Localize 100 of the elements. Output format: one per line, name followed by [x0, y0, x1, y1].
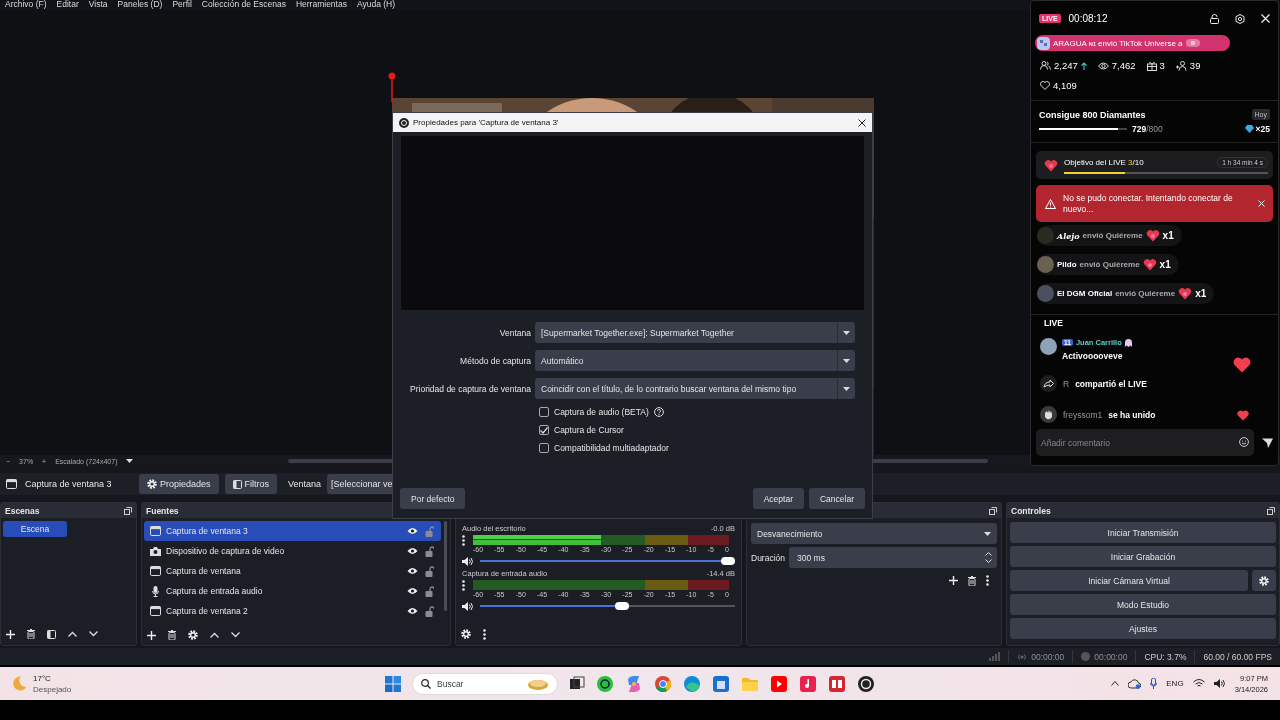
scale-caret-icon[interactable] [126, 459, 134, 463]
speaker-icon[interactable] [462, 556, 473, 566]
settings-icon[interactable] [188, 630, 198, 640]
dropdown-caret-icon[interactable] [843, 330, 850, 335]
add-icon[interactable] [949, 576, 958, 585]
speaker-icon[interactable] [462, 601, 473, 611]
scrollbar[interactable] [444, 521, 447, 611]
increment-icon[interactable] [985, 552, 992, 556]
move-down-icon[interactable] [231, 632, 240, 638]
dialog-button[interactable]: Aceptar [752, 488, 804, 509]
eye-icon[interactable] [407, 547, 418, 555]
filters-button[interactable]: Filtros [224, 474, 278, 494]
dropdown[interactable]: Automático [535, 350, 855, 371]
dropdown-caret-icon[interactable] [843, 358, 850, 363]
move-up-icon[interactable] [210, 632, 219, 638]
cloud-icon[interactable] [1128, 678, 1142, 689]
source-item[interactable]: Captura de ventana 2 [144, 601, 441, 621]
task-view-icon[interactable] [569, 675, 585, 692]
microphone-icon[interactable] [1150, 678, 1158, 689]
source-item[interactable]: Dispositivo de captura de video [144, 541, 441, 561]
control-button[interactable]: Iniciar Grabación [1010, 546, 1276, 567]
unlocked-icon[interactable] [425, 545, 434, 557]
more-icon[interactable] [986, 575, 989, 586]
eye-icon[interactable] [407, 587, 418, 595]
source-item[interactable]: Captura de ventana 3 [144, 521, 441, 541]
menu-item[interactable]: Perfil [172, 0, 192, 10]
source-item[interactable]: Captura de entrada audio [144, 581, 441, 601]
menu-item[interactable]: Archivo (F) [5, 0, 47, 10]
music-note-icon[interactable] [799, 674, 817, 693]
user-name[interactable]: El DGM Oficial [1057, 289, 1113, 298]
help-icon[interactable] [653, 407, 664, 417]
eye-icon[interactable] [407, 527, 418, 535]
move-down-icon[interactable] [89, 631, 98, 637]
advanced-audio-icon[interactable] [461, 629, 471, 639]
control-button[interactable]: Iniciar Cámara Virtual [1010, 570, 1248, 591]
recording-app-icon[interactable] [857, 674, 875, 693]
send-icon[interactable] [1262, 437, 1273, 448]
checkbox[interactable] [539, 425, 549, 435]
control-button[interactable]: Modo Estudio [1010, 594, 1276, 615]
control-button[interactable]: Iniciar Transmisión [1010, 522, 1276, 543]
undock-icon[interactable] [989, 506, 997, 515]
dropdown[interactable]: [Supermarket Together.exe]: Supermarket Together [535, 322, 855, 343]
menu-item[interactable]: Colección de Escenas [201, 0, 286, 10]
transition-dropdown[interactable]: Desvanecimiento [751, 523, 997, 544]
resize-handle[interactable] [388, 72, 396, 102]
scene-item[interactable]: Escena [3, 521, 67, 537]
control-button[interactable]: Ajustes [1010, 618, 1276, 639]
more-icon[interactable] [462, 580, 465, 591]
move-up-icon[interactable] [68, 631, 77, 637]
dialog-button[interactable]: Cancelar [808, 488, 865, 509]
source-item[interactable]: Captura de ventana [144, 561, 441, 581]
browser-icon[interactable] [683, 674, 701, 693]
filter-icon[interactable] [47, 629, 56, 639]
store-icon[interactable] [712, 674, 730, 693]
lock-icon[interactable] [1210, 13, 1219, 24]
unlocked-icon[interactable] [425, 605, 434, 617]
browser-icon[interactable] [654, 674, 672, 693]
duration-field[interactable]: 300 ms [789, 547, 997, 568]
emoji-icon[interactable] [1239, 437, 1249, 447]
more-icon[interactable] [462, 535, 465, 546]
checkbox[interactable] [539, 443, 549, 453]
add-icon[interactable] [6, 629, 15, 639]
eye-icon[interactable] [407, 607, 418, 615]
wifi-icon[interactable] [1192, 679, 1205, 688]
video-icon[interactable] [770, 674, 788, 693]
settings-icon[interactable] [1235, 13, 1245, 24]
chat-app-icon[interactable] [596, 674, 614, 693]
menu-item[interactable]: Paneles (D) [117, 0, 163, 10]
more-icon[interactable] [483, 628, 486, 640]
add-icon[interactable] [147, 630, 156, 640]
dropdown-caret-icon[interactable] [843, 386, 850, 391]
trash-icon[interactable] [27, 629, 35, 639]
comment-field[interactable]: Añadir comentario [1036, 429, 1254, 456]
menu-item[interactable]: Herramientas [295, 0, 347, 10]
dropdown[interactable]: Coincidir con el título, de lo contrario buscar ventana del mismo tipo [535, 378, 855, 399]
user-name[interactable]: R [1063, 378, 1070, 389]
app-icon[interactable] [828, 674, 846, 693]
menu-item[interactable]: Ayuda (H) [356, 0, 396, 10]
gear-icon[interactable] [1259, 575, 1269, 586]
properties-button[interactable]: Propiedades [139, 474, 219, 494]
dialog-button[interactable]: Por defecto [400, 488, 466, 509]
checkbox[interactable] [539, 407, 549, 417]
copilot-icon[interactable] [625, 674, 643, 693]
user-name[interactable]: Alejo [1057, 230, 1080, 241]
filter-icon[interactable] [232, 479, 242, 489]
dropdown-caret-icon[interactable] [984, 531, 991, 536]
unlocked-icon[interactable] [425, 565, 434, 577]
volume-icon[interactable] [1213, 679, 1226, 688]
user-name[interactable]: Pildo [1057, 260, 1077, 269]
settings-button[interactable] [1252, 570, 1276, 591]
gear-icon[interactable] [147, 479, 157, 489]
start-icon[interactable] [385, 675, 401, 692]
user-name[interactable]: freyssom1 [1063, 409, 1103, 420]
chevron-up-icon[interactable] [1111, 681, 1120, 686]
undock-icon[interactable] [124, 506, 132, 515]
eye-icon[interactable] [407, 567, 418, 575]
trash-icon[interactable] [968, 575, 976, 586]
decrement-icon[interactable] [985, 559, 992, 563]
undock-icon[interactable] [1267, 506, 1275, 515]
close-icon[interactable] [858, 118, 866, 127]
